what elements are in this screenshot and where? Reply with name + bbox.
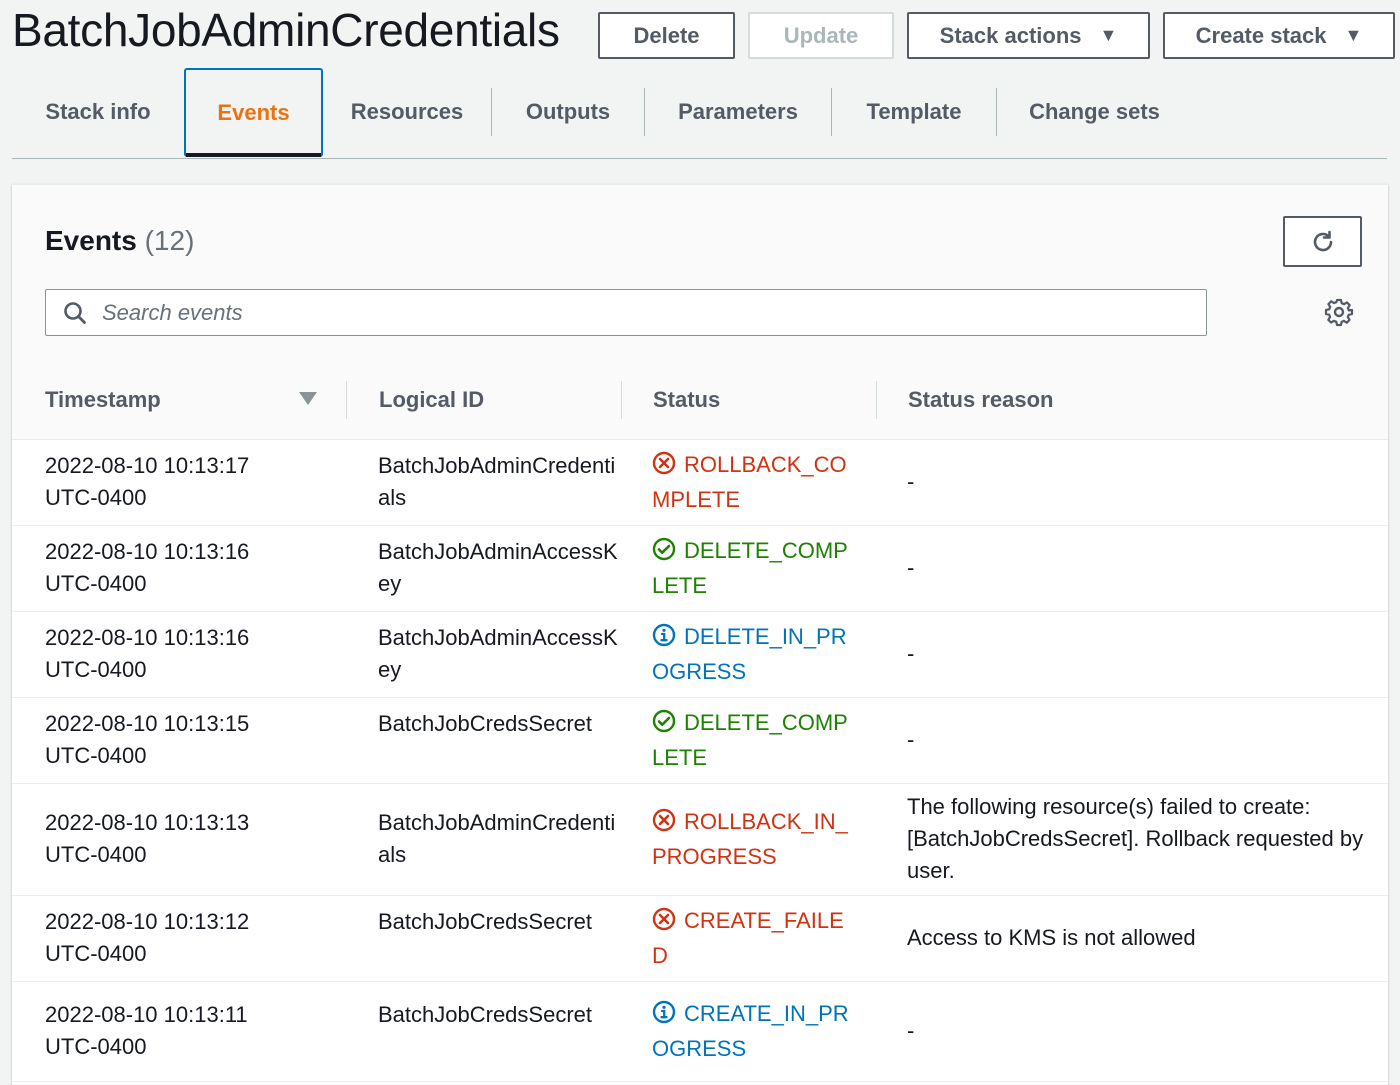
gear-icon[interactable]: [1324, 297, 1354, 327]
timestamp-cell: 2022-08-10 10:13:16 UTC-0400: [45, 622, 335, 686]
logical-id-cell: BatchJobCredsSecret: [378, 909, 592, 934]
timestamp-cell: 2022-08-10 10:13:13 UTC-0400: [45, 807, 335, 871]
timestamp-line: UTC-0400: [45, 941, 147, 966]
search-box: [45, 289, 1207, 336]
timestamp-line: 2022-08-10 10:13:11: [45, 1002, 248, 1027]
timestamp-cell: 2022-08-10 10:13:12 UTC-0400: [45, 906, 335, 970]
timestamp-line: 2022-08-10 10:13:16: [45, 625, 250, 650]
info-circle-icon: [652, 622, 676, 647]
search-icon: [64, 301, 86, 324]
info-circle-icon: [652, 999, 676, 1024]
timestamp-line: UTC-0400: [45, 842, 147, 867]
table-row: 2022-08-10 10:13:17 UTC-0400 BatchJobAdmin…: [12, 439, 1388, 526]
timestamp-line: 2022-08-10 10:13:17: [45, 453, 250, 478]
table-row: 2022-08-10 10:13:11 UTC-0400 BatchJobCreds…: [12, 981, 1388, 1082]
tab-events[interactable]: Events: [184, 68, 323, 157]
status-reason-cell: -: [907, 555, 915, 580]
status-cell: ROLLBACK_COMPLETE: [652, 447, 852, 517]
timestamp-line: UTC-0400: [45, 657, 147, 682]
status-text: CREATE_FAILED: [652, 908, 844, 968]
status-cell: CREATE_FAILED: [652, 903, 852, 973]
search-input[interactable]: [100, 298, 1184, 327]
tab-template[interactable]: Template: [832, 68, 996, 156]
status-text: CREATE_IN_PROGRESS: [652, 1001, 849, 1061]
status-text: DELETE_COMPLETE: [652, 538, 848, 598]
check-circle-icon: [652, 536, 676, 561]
logical-id-cell: BatchJobAdminCredentials: [378, 453, 616, 510]
timestamp-line: UTC-0400: [45, 743, 147, 768]
table-row: 2022-08-10 10:13:13 UTC-0400 BatchJobAdmin…: [12, 783, 1388, 896]
refresh-button[interactable]: [1283, 216, 1362, 267]
column-divider[interactable]: [621, 381, 622, 419]
timestamp-cell: 2022-08-10 10:13:15 UTC-0400: [45, 708, 335, 772]
tab-parameters[interactable]: Parameters: [645, 68, 831, 156]
status-cell: DELETE_IN_PROGRESS: [652, 619, 852, 689]
update-button[interactable]: Update: [748, 12, 894, 59]
status-reason-cell: -: [907, 727, 915, 752]
column-timestamp[interactable]: Timestamp: [45, 361, 161, 439]
status-cell: CREATE_IN_PROGRESS: [652, 996, 852, 1066]
table-row: 2022-08-10 10:13:16 UTC-0400 BatchJobAdmin…: [12, 611, 1388, 698]
stack-actions-label: Stack actions: [939, 22, 1082, 48]
status-cell: ROLLBACK_IN_PROGRESS: [652, 804, 852, 874]
check-circle-icon: [652, 708, 676, 733]
tab-bar: Stack info Events Resources Outputs Para…: [12, 68, 1387, 159]
caret-down-icon: ▼: [1099, 25, 1118, 45]
logical-id-cell: BatchJobAdminCredentials: [378, 810, 616, 867]
x-circle-icon: [652, 807, 676, 832]
logical-id-cell: BatchJobAdminAccessKey: [378, 625, 618, 682]
refresh-icon: [1313, 230, 1332, 251]
events-panel: Events (12) Timestamp Logical ID Status …: [12, 184, 1388, 1085]
stack-actions-button[interactable]: Stack actions ▼: [907, 12, 1150, 59]
timestamp-line: 2022-08-10 10:13:13: [45, 810, 250, 835]
status-reason-cell: The following resource(s) failed to crea…: [907, 794, 1364, 883]
timestamp-line: UTC-0400: [45, 485, 147, 510]
column-status-reason[interactable]: Status reason: [908, 361, 1054, 439]
timestamp-cell: 2022-08-10 10:13:11 UTC-0400: [45, 999, 335, 1063]
status-text: ROLLBACK_COMPLETE: [652, 452, 847, 512]
timestamp-line: UTC-0400: [45, 571, 147, 596]
tab-stack-info[interactable]: Stack info: [12, 68, 184, 156]
create-stack-label: Create stack: [1195, 22, 1327, 48]
sort-descending-icon[interactable]: [299, 392, 317, 405]
timestamp-line: 2022-08-10 10:13:16: [45, 539, 250, 564]
events-title: Events (12): [45, 223, 194, 259]
timestamp-line: 2022-08-10 10:13:12: [45, 909, 250, 934]
status-reason-cell: -: [907, 469, 915, 494]
logical-id-cell: BatchJobAdminAccessKey: [378, 539, 618, 596]
timestamp-line: UTC-0400: [45, 1034, 147, 1059]
status-text: ROLLBACK_IN_PROGRESS: [652, 809, 848, 869]
tab-outputs[interactable]: Outputs: [492, 68, 644, 156]
x-circle-icon: [652, 906, 676, 931]
table-header: Timestamp Logical ID Status Status reaso…: [12, 361, 1388, 440]
column-divider[interactable]: [876, 381, 877, 419]
column-divider[interactable]: [346, 381, 347, 419]
timestamp-cell: 2022-08-10 10:13:16 UTC-0400: [45, 536, 335, 600]
x-circle-icon: [652, 450, 676, 475]
table-row: 2022-08-10 10:13:15 UTC-0400 BatchJobCreds…: [12, 697, 1388, 784]
column-logical-id[interactable]: Logical ID: [379, 361, 484, 439]
page-title: BatchJobAdminCredentials: [12, 4, 560, 56]
tab-change-sets[interactable]: Change sets: [997, 68, 1192, 156]
table-row: 2022-08-10 10:13:12 UTC-0400 BatchJobCreds…: [12, 895, 1388, 982]
logical-id-cell: BatchJobCredsSecret: [378, 711, 592, 736]
caret-down-icon: ▼: [1344, 25, 1363, 45]
status-text: DELETE_IN_PROGRESS: [652, 624, 847, 684]
delete-button[interactable]: Delete: [598, 12, 735, 59]
status-reason-cell: -: [907, 641, 915, 666]
column-status[interactable]: Status: [653, 361, 720, 439]
logical-id-cell: BatchJobCredsSecret: [378, 1002, 592, 1027]
status-cell: DELETE_COMPLETE: [652, 705, 852, 775]
events-title-text: Events: [45, 225, 137, 256]
events-count: (12): [144, 225, 195, 256]
create-stack-button[interactable]: Create stack ▼: [1163, 12, 1395, 59]
timestamp-cell: 2022-08-10 10:13:17 UTC-0400: [45, 450, 335, 514]
status-reason-cell: Access to KMS is not allowed: [907, 925, 1196, 950]
timestamp-line: 2022-08-10 10:13:15: [45, 711, 250, 736]
tab-resources[interactable]: Resources: [323, 68, 491, 156]
table-row: 2022-08-10 10:13:16 UTC-0400 BatchJobAdmin…: [12, 525, 1388, 612]
status-text: DELETE_COMPLETE: [652, 710, 848, 770]
status-reason-cell: -: [907, 1018, 915, 1043]
status-cell: DELETE_COMPLETE: [652, 533, 852, 603]
